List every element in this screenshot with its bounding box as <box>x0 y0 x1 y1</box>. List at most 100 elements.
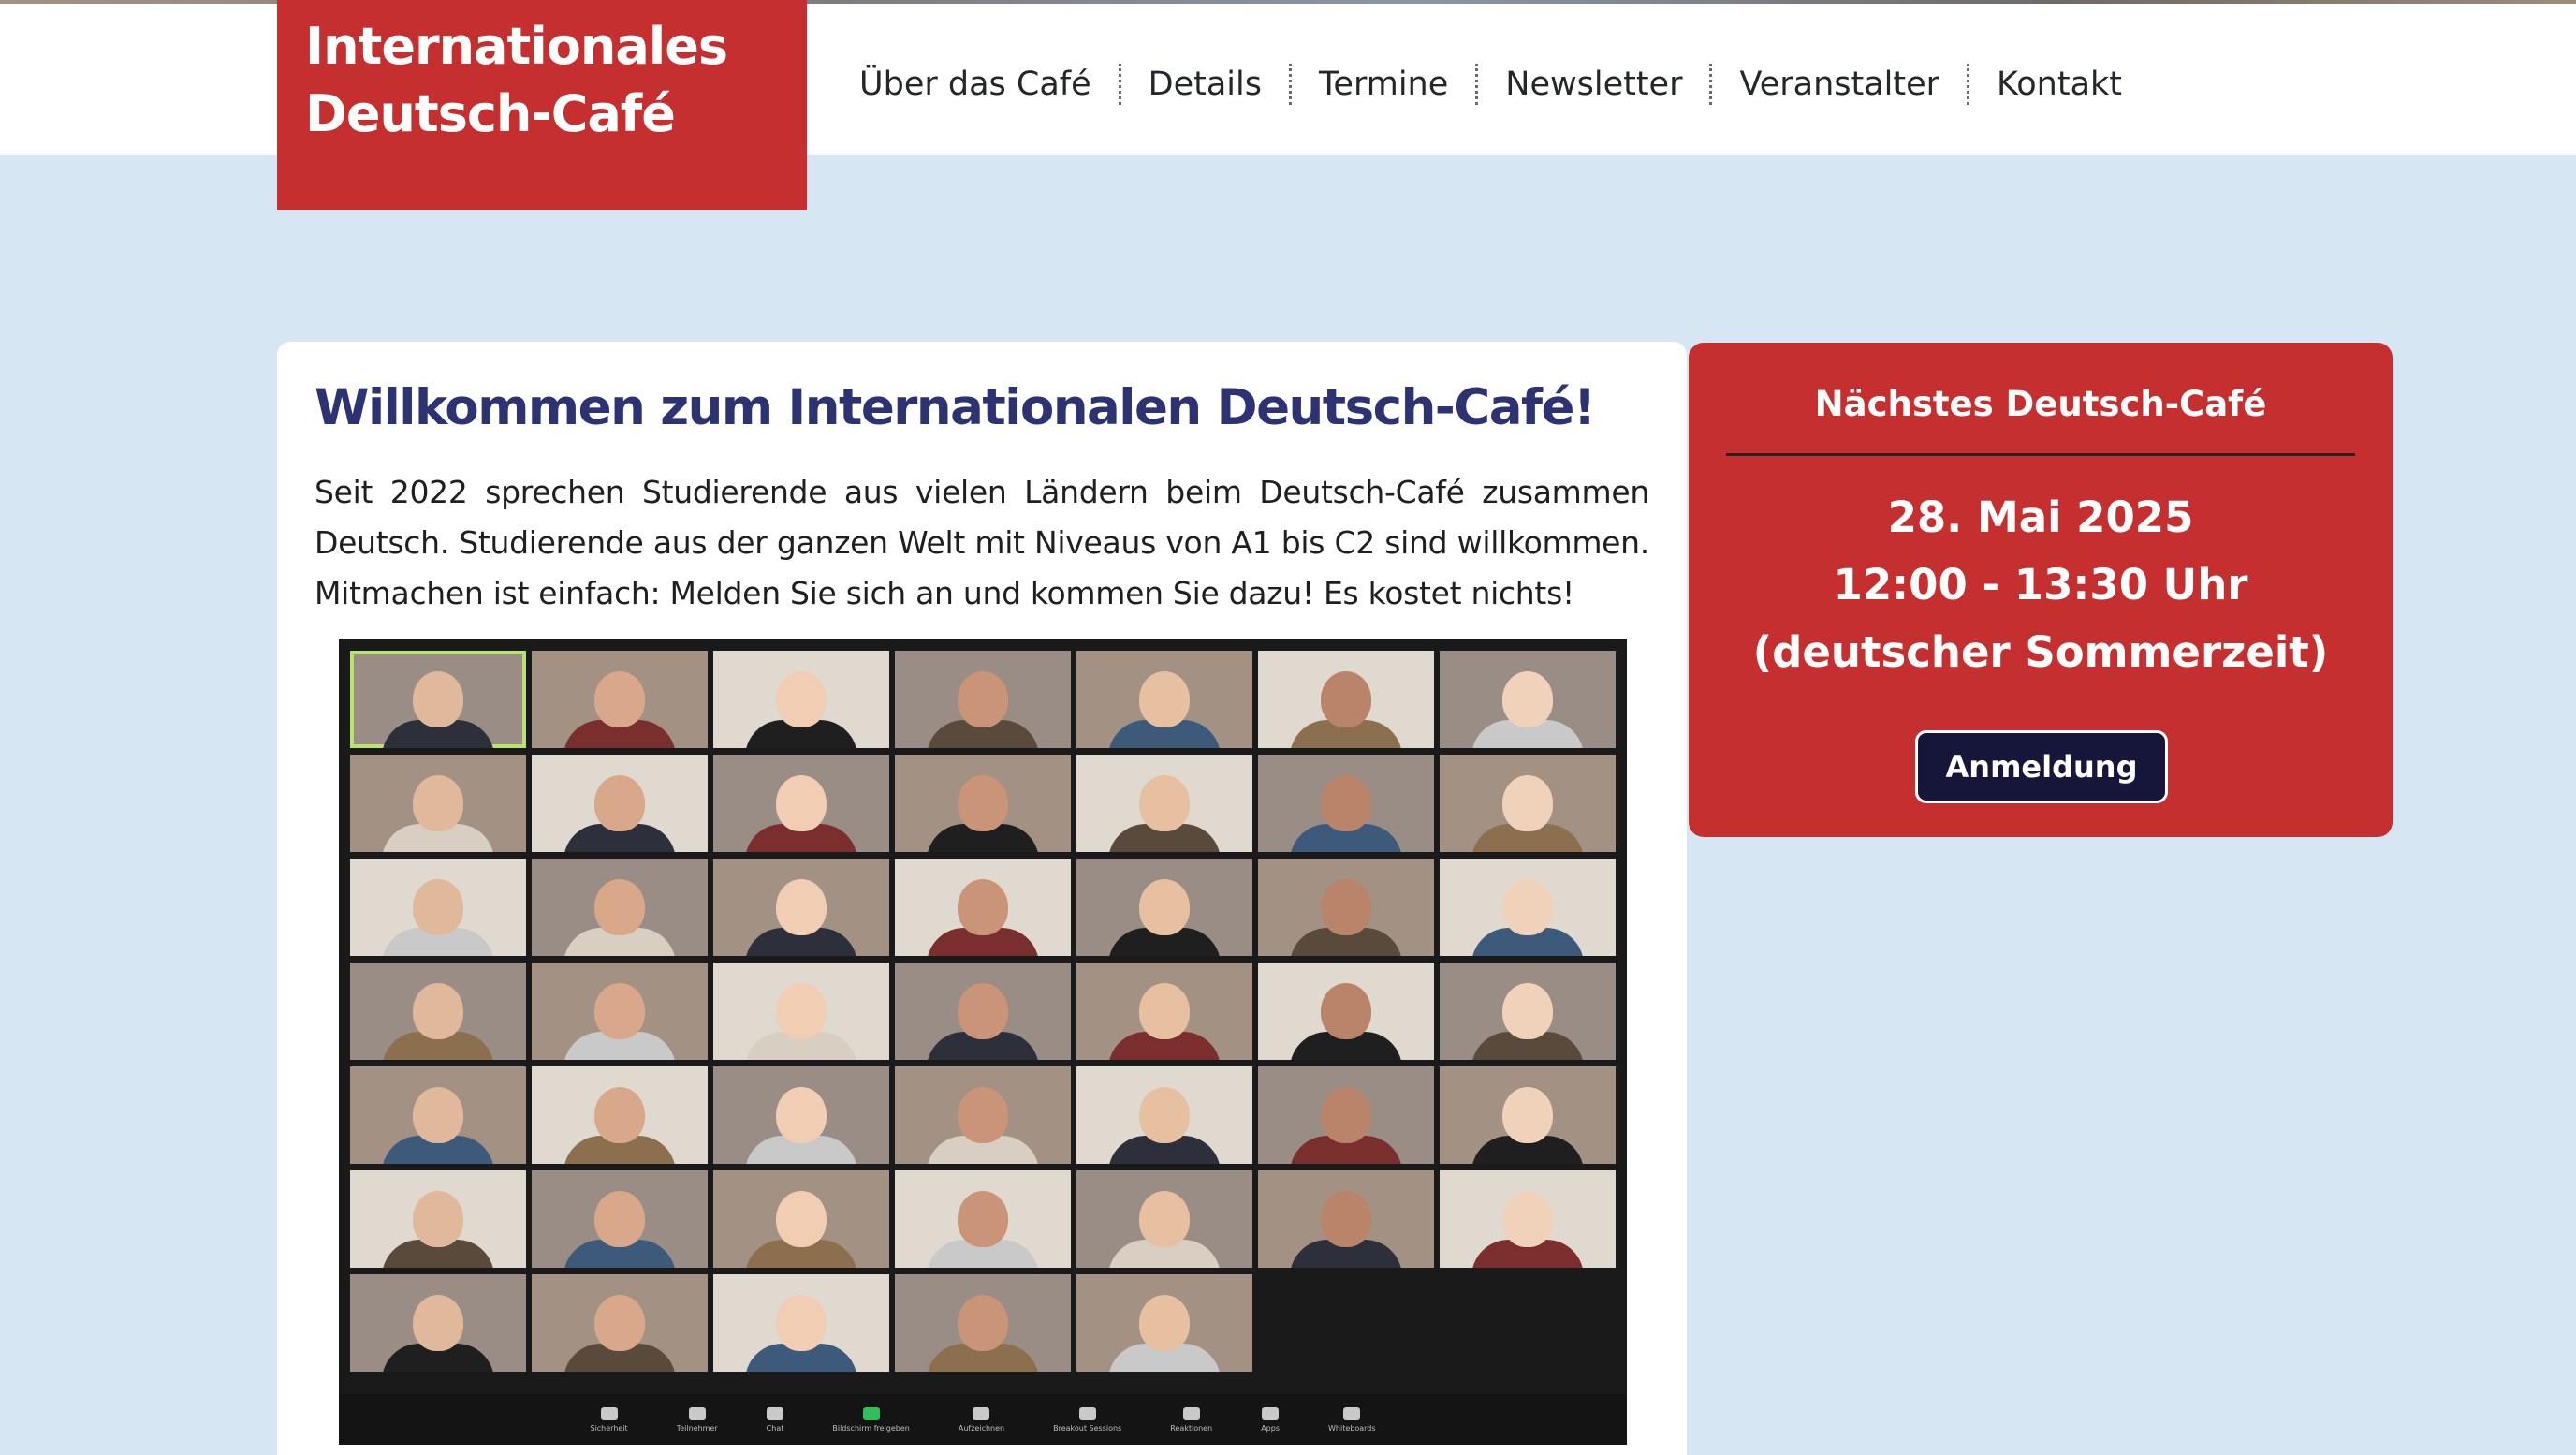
participant-tile <box>532 1170 708 1268</box>
participant-face <box>413 671 463 728</box>
participant-tile <box>350 963 526 1060</box>
participant-tile <box>532 651 708 748</box>
participant-face <box>776 671 827 728</box>
participant-tile <box>532 1274 708 1372</box>
participant-tile <box>895 963 1071 1060</box>
nav-item-kontakt[interactable]: Kontakt <box>1967 64 2149 105</box>
participant-face <box>413 983 463 1039</box>
welcome-card: Willkommen zum Internationalen Deutsch-C… <box>277 342 1687 1455</box>
nav-item-details[interactable]: Details <box>1118 64 1289 105</box>
zoom-toolbar-icon <box>1182 1406 1200 1420</box>
participant-tile <box>532 859 708 956</box>
participant-tile <box>1258 755 1434 852</box>
participant-tile <box>1440 1066 1616 1164</box>
participant-tile <box>895 859 1071 956</box>
participant-tile <box>713 1274 889 1372</box>
zoom-toolbar-icon <box>1262 1406 1280 1420</box>
page-title: Willkommen zum Internationalen Deutsch-C… <box>315 379 1596 436</box>
participant-face <box>776 1295 827 1351</box>
participant-face <box>1139 879 1190 935</box>
next-event-title: Nächstes Deutsch-Café <box>1814 384 2267 424</box>
zoom-toolbar-label: Teilnehmer <box>676 1423 718 1433</box>
participant-face <box>1321 1087 1371 1143</box>
next-event-time: 12:00 - 13:30 Uhr <box>1833 560 2248 610</box>
participant-face <box>1139 983 1190 1039</box>
participant-face <box>958 879 1008 935</box>
participant-face <box>1321 671 1371 728</box>
nav-item-termine[interactable]: Termine <box>1289 64 1475 105</box>
zoom-toolbar-label: Reaktionen <box>1170 1423 1213 1433</box>
zoom-toolbar-item: Teilnehmer <box>676 1406 718 1433</box>
participant-tile <box>713 1170 889 1268</box>
nav-item-ueber-das-cafe[interactable]: Über das Café <box>842 64 1119 105</box>
participant-tile <box>713 963 889 1060</box>
participant-tile <box>1258 1066 1434 1164</box>
registration-button[interactable]: Anmeldung <box>1915 730 2168 803</box>
zoom-toolbar-item: Bildschirm freigeben <box>832 1406 910 1433</box>
participant-face <box>776 983 827 1039</box>
nav-item-newsletter[interactable]: Newsletter <box>1475 64 1709 105</box>
site-logo[interactable]: Internationales Deutsch-Café <box>277 0 807 210</box>
participant-tile <box>1076 859 1252 956</box>
participant-tile <box>532 755 708 852</box>
participant-tile <box>1258 859 1434 956</box>
nav-item-veranstalter[interactable]: Veranstalter <box>1709 64 1967 105</box>
zoom-toolbar-item: Reaktionen <box>1170 1406 1213 1433</box>
zoom-toolbar-icon <box>1078 1406 1096 1420</box>
zoom-toolbar-label: Chat <box>766 1423 784 1433</box>
participant-face <box>594 671 645 728</box>
participant-tile <box>350 1170 526 1268</box>
participant-tile <box>1440 859 1616 956</box>
participant-tile <box>1440 651 1616 748</box>
participant-face <box>594 1087 645 1143</box>
participant-face <box>413 775 463 831</box>
participant-grid <box>350 651 1616 1372</box>
zoom-toolbar-label: Bildschirm freigeben <box>832 1423 910 1433</box>
participant-tile <box>1076 651 1252 748</box>
participant-face <box>958 1087 1008 1143</box>
participant-tile <box>532 1066 708 1164</box>
zoom-toolbar-label: Sicherheit <box>590 1423 628 1433</box>
logo-text-line1: Internationales <box>305 17 728 76</box>
participant-face <box>1502 983 1553 1039</box>
intro-text: Seit 2022 sprechen Studierende aus viele… <box>315 474 1649 611</box>
participant-face <box>594 775 645 831</box>
participant-tile <box>713 859 889 956</box>
participant-face <box>594 1295 645 1351</box>
participant-tile <box>350 651 526 748</box>
zoom-toolbar-item: Sicherheit <box>590 1406 628 1433</box>
participant-tile <box>895 755 1071 852</box>
participant-face <box>776 1087 827 1143</box>
participant-face <box>1139 1087 1190 1143</box>
participant-face <box>594 983 645 1039</box>
logo-text-line2: Deutsch-Café <box>305 84 676 143</box>
zoom-toolbar-icon <box>688 1406 706 1420</box>
participant-face <box>958 983 1008 1039</box>
zoom-toolbar: Sicherheit Teilnehmer Chat Bildschirm freig… <box>339 1394 1627 1445</box>
zoom-toolbar-icon <box>973 1406 990 1420</box>
participant-face <box>594 1191 645 1247</box>
zoom-meeting-photo: Sicherheit Teilnehmer Chat Bildschirm freig… <box>339 639 1627 1445</box>
participant-tile <box>713 1066 889 1164</box>
participant-tile <box>350 1066 526 1164</box>
participant-tile <box>1076 755 1252 852</box>
next-event-date: 28. Mai 2025 <box>1887 492 2194 542</box>
participant-face <box>958 671 1008 728</box>
participant-face <box>958 1191 1008 1247</box>
participant-face <box>1321 879 1371 935</box>
participant-tile <box>1258 963 1434 1060</box>
zoom-toolbar-label: Breakout Sessions <box>1053 1423 1122 1433</box>
participant-tile <box>1258 651 1434 748</box>
participant-tile <box>1076 963 1252 1060</box>
participant-face <box>958 775 1008 831</box>
participant-face <box>1321 775 1371 831</box>
zoom-toolbar-item: Apps <box>1261 1406 1280 1433</box>
participant-face <box>413 1087 463 1143</box>
participant-tile <box>713 651 889 748</box>
participant-tile <box>895 1274 1071 1372</box>
participant-tile <box>713 755 889 852</box>
participant-tile <box>895 1066 1071 1164</box>
participant-face <box>776 1191 827 1247</box>
participant-face <box>1502 879 1553 935</box>
zoom-toolbar-label: Aufzeichnen <box>958 1423 1005 1433</box>
